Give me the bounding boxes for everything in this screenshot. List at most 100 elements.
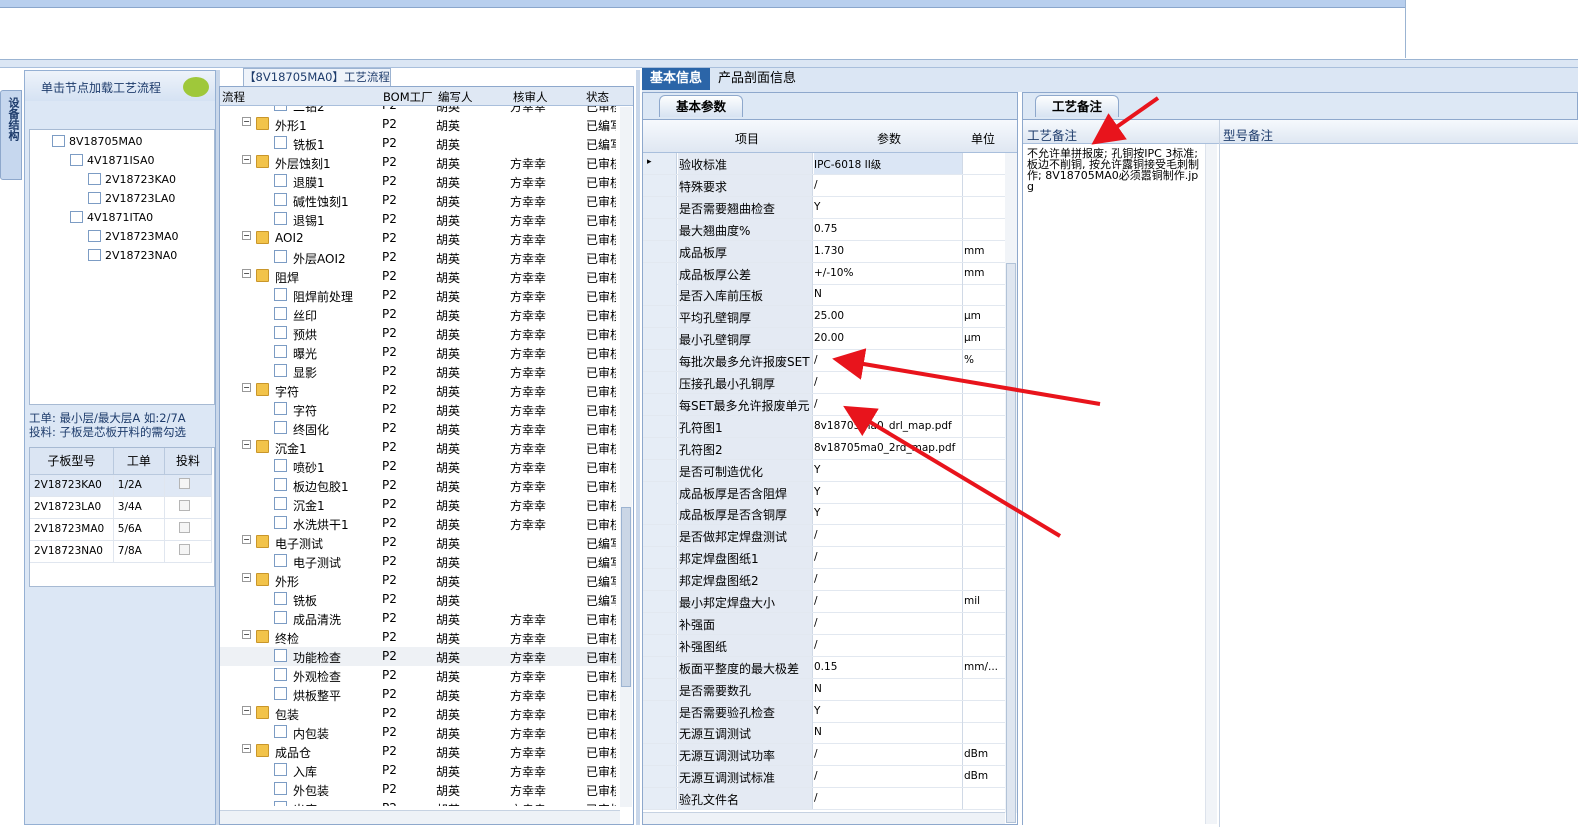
- collapse-toggle[interactable]: −: [242, 117, 251, 126]
- feed-checkbox[interactable]: [179, 478, 190, 489]
- subboard-row[interactable]: 2V18723NA0 7/8A: [30, 540, 212, 563]
- cell-param[interactable]: /: [814, 569, 963, 591]
- collapse-toggle[interactable]: −: [242, 630, 251, 639]
- flow-row[interactable]: − 外形 P2 胡英 已编写: [220, 571, 620, 590]
- cell-param[interactable]: /: [814, 788, 963, 810]
- row-indicator[interactable]: [643, 481, 677, 503]
- cell-param[interactable]: Y: [814, 503, 963, 525]
- cell-feed[interactable]: [164, 474, 212, 497]
- row-indicator[interactable]: [643, 634, 677, 656]
- feed-checkbox[interactable]: [179, 522, 190, 533]
- flow-horizontal-scrollbar[interactable]: [220, 810, 620, 824]
- splitter-bar[interactable]: [0, 60, 1578, 68]
- row-indicator[interactable]: [643, 415, 677, 437]
- col-work-order[interactable]: 工单: [113, 448, 166, 475]
- row-indicator[interactable]: [643, 656, 677, 678]
- cell-param[interactable]: Y: [814, 481, 963, 503]
- param-row[interactable]: 是否可制造优化 Y: [643, 459, 1005, 482]
- tree-node[interactable]: 2V18723MA0: [88, 229, 179, 245]
- collapse-toggle[interactable]: −: [242, 231, 251, 240]
- row-indicator[interactable]: [643, 350, 677, 372]
- remarks-scrollbar[interactable]: [1205, 144, 1217, 824]
- flow-row[interactable]: − 字符 P2 胡英 方幸幸 已审核: [220, 381, 620, 400]
- cell-param[interactable]: /: [814, 591, 963, 612]
- cell-param[interactable]: 8v18705ma0_drl_map.pdf: [814, 415, 963, 437]
- flow-row[interactable]: − 外层蚀刻1 P2 胡英 方幸幸 已审核: [220, 153, 620, 172]
- row-indicator[interactable]: [643, 722, 677, 744]
- cell-param[interactable]: /: [814, 612, 963, 634]
- flow-row[interactable]: 字符 P2 胡英 方幸幸 已审核: [220, 400, 620, 419]
- scroll-thumb[interactable]: [1006, 263, 1016, 823]
- cell-param[interactable]: Y: [814, 459, 963, 481]
- collapse-toggle[interactable]: −: [242, 155, 251, 164]
- param-row[interactable]: 补强面 /: [643, 612, 1005, 635]
- params-vertical-scrollbar[interactable]: [1005, 153, 1017, 823]
- selected-record-row[interactable]: [0, 0, 1405, 8]
- param-row[interactable]: 每批次最多允许报废SET /%: [643, 350, 1005, 373]
- cell-param[interactable]: Y: [814, 196, 963, 218]
- row-indicator[interactable]: [643, 218, 677, 240]
- flow-row[interactable]: 出库 P2 胡英 方幸幸 已审核: [220, 799, 620, 806]
- flow-row[interactable]: − 沉金1 P2 胡英 方幸幸 已审核: [220, 438, 620, 457]
- scroll-thumb[interactable]: [621, 507, 631, 687]
- flow-row[interactable]: 功能检查 P2 胡英 方幸幸 已审核: [220, 647, 620, 666]
- collapse-toggle[interactable]: −: [242, 744, 251, 753]
- flow-row[interactable]: 预烘 P2 胡英 方幸幸 已审核: [220, 324, 620, 343]
- param-row[interactable]: 最大翘曲度% 0.75: [643, 218, 1005, 241]
- param-row[interactable]: 最小邦定焊盘大小 / mil: [643, 591, 1005, 613]
- row-indicator[interactable]: [643, 306, 677, 328]
- col-flow[interactable]: 流程: [222, 89, 245, 105]
- cell-param[interactable]: /: [814, 174, 963, 196]
- subboard-row[interactable]: 2V18723MA0 5/6A: [30, 518, 212, 541]
- col-unit[interactable]: 单位: [971, 130, 995, 147]
- cell-order[interactable]: 3/4A: [113, 496, 166, 519]
- flow-row[interactable]: 外层AOI2 P2 胡英 方幸幸 已审核: [220, 248, 620, 267]
- col-model-remarks[interactable]: 型号备注: [1223, 125, 1273, 144]
- row-indicator[interactable]: [643, 678, 677, 700]
- row-indicator[interactable]: [643, 393, 677, 415]
- collapse-toggle[interactable]: −: [242, 573, 251, 582]
- tree-node[interactable]: 2V18723LA0: [88, 191, 175, 207]
- flow-row[interactable]: − 外形1 P2 胡英 已编写: [220, 115, 620, 134]
- cell-order[interactable]: 1/2A: [113, 474, 166, 497]
- cell-param[interactable]: 0.15: [814, 656, 963, 678]
- subboard-row[interactable]: 2V18723LA0 3/4A: [30, 496, 212, 519]
- row-indicator[interactable]: [643, 700, 677, 722]
- process-remark-text[interactable]: 不允许单拼报废; 孔铜按IPC 3标准; 板边不削铜, 按允许露铜接受毛刺制作;…: [1027, 148, 1203, 192]
- param-row[interactable]: 是否需要验孔检查 Y: [643, 700, 1005, 723]
- row-indicator[interactable]: [643, 174, 677, 196]
- cell-param[interactable]: Y: [814, 700, 963, 722]
- collapse-toggle[interactable]: −: [242, 440, 251, 449]
- param-row[interactable]: 板面平整度的最大极差 0.15 mm/...: [643, 656, 1005, 679]
- cell-param[interactable]: N: [814, 284, 963, 306]
- tab-basic-info[interactable]: 基本信息: [642, 68, 711, 90]
- flow-row[interactable]: 喷砂1 P2 胡英 方幸幸 已审核: [220, 457, 620, 476]
- flow-row[interactable]: 板边包胶1 P2 胡英 方幸幸 已审核: [220, 476, 620, 495]
- flow-row[interactable]: 退锡1 P2 胡英 方幸幸 已审核: [220, 210, 620, 229]
- flow-vertical-scrollbar[interactable]: [620, 107, 632, 807]
- flow-row[interactable]: 内包装 P2 胡英 方幸幸 已审核: [220, 723, 620, 742]
- tab-process-remarks[interactable]: 工艺备注: [1035, 95, 1120, 117]
- col-bom[interactable]: BOM工厂: [383, 89, 433, 105]
- row-indicator[interactable]: [643, 591, 677, 612]
- col-reviewer[interactable]: 核审人: [513, 89, 548, 105]
- flow-row[interactable]: − AOI2 P2 胡英 方幸幸 已审核: [220, 229, 620, 248]
- cell-param[interactable]: 8v18705ma0_2rd_map.pdf: [814, 437, 963, 459]
- flow-row[interactable]: 阻焊前处理 P2 胡英 方幸幸 已审核: [220, 286, 620, 305]
- flow-row[interactable]: 沉金1 P2 胡英 方幸幸 已审核: [220, 495, 620, 514]
- flow-row[interactable]: − 成品仓 P2 胡英 方幸幸 已审核: [220, 742, 620, 761]
- cell-param[interactable]: N: [814, 722, 963, 744]
- tab-basic-params[interactable]: 基本参数: [659, 95, 744, 117]
- row-indicator[interactable]: [643, 744, 677, 766]
- collapse-toggle[interactable]: −: [242, 706, 251, 715]
- param-row[interactable]: 孔符图2 8v18705ma0_2rd_map.pdf: [643, 437, 1005, 460]
- flow-row[interactable]: 显影 P2 胡英 方幸幸 已审核: [220, 362, 620, 381]
- param-row[interactable]: 成品板厚是否含铜厚 Y: [643, 503, 1005, 526]
- cell-param[interactable]: /: [814, 634, 963, 656]
- row-indicator[interactable]: [643, 503, 677, 525]
- row-indicator[interactable]: [643, 788, 677, 810]
- param-row[interactable]: 每SET最多允许报废单元 /: [643, 393, 1005, 416]
- structure-side-tab[interactable]: 设备结构: [0, 90, 22, 180]
- row-indicator[interactable]: [643, 240, 677, 262]
- col-writer[interactable]: 编写人: [438, 89, 473, 105]
